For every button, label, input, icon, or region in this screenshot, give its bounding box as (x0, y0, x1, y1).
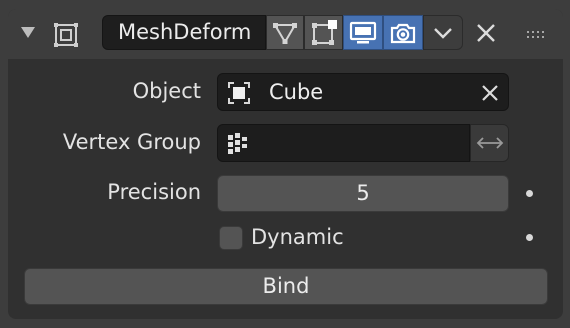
object-value: Cube (269, 80, 324, 104)
chevron-down-icon (434, 27, 452, 39)
mesh-deform-modifier-icon (54, 23, 78, 47)
vertex-group-icon (228, 133, 247, 154)
object-label: Object (132, 79, 201, 103)
precision-label: Precision (107, 180, 201, 204)
render-camera-icon (390, 23, 416, 43)
modifier-header: MeshDeform (8, 9, 563, 59)
remove-modifier-icon[interactable] (474, 21, 498, 45)
vertex-group-label: Vertex Group (62, 130, 201, 154)
collapse-triangle-icon[interactable] (21, 27, 35, 38)
modifier-name-field[interactable]: MeshDeform (102, 15, 266, 50)
render-toggle[interactable] (383, 15, 423, 50)
object-field[interactable]: Cube (217, 73, 509, 111)
precision-field[interactable]: 5 (217, 175, 509, 212)
edit-cage-toggle[interactable] (266, 15, 304, 50)
realtime-display-toggle[interactable] (343, 15, 383, 50)
drag-handle-icon[interactable] (526, 29, 548, 41)
precision-keyframe-dot-icon[interactable] (526, 190, 533, 197)
dynamic-checkbox[interactable] (219, 226, 243, 250)
vertex-group-field[interactable] (217, 124, 470, 162)
edit-cage-icon (273, 22, 297, 44)
dynamic-keyframe-dot-icon[interactable] (526, 234, 533, 241)
bind-button[interactable]: Bind (24, 268, 548, 305)
modifier-menu-dropdown[interactable] (423, 15, 463, 50)
realtime-display-icon (349, 21, 377, 43)
modifier-panel: MeshDeform Object Cube Vertex Group Prec… (8, 9, 563, 319)
clear-object-icon[interactable] (481, 84, 499, 102)
dynamic-label: Dynamic (251, 225, 344, 249)
invert-vertex-group-button[interactable] (470, 124, 509, 162)
edit-mode-toggle[interactable] (304, 15, 343, 50)
object-cube-icon (228, 82, 250, 104)
edit-mode-icon (311, 19, 337, 45)
swap-arrows-icon (476, 137, 503, 149)
